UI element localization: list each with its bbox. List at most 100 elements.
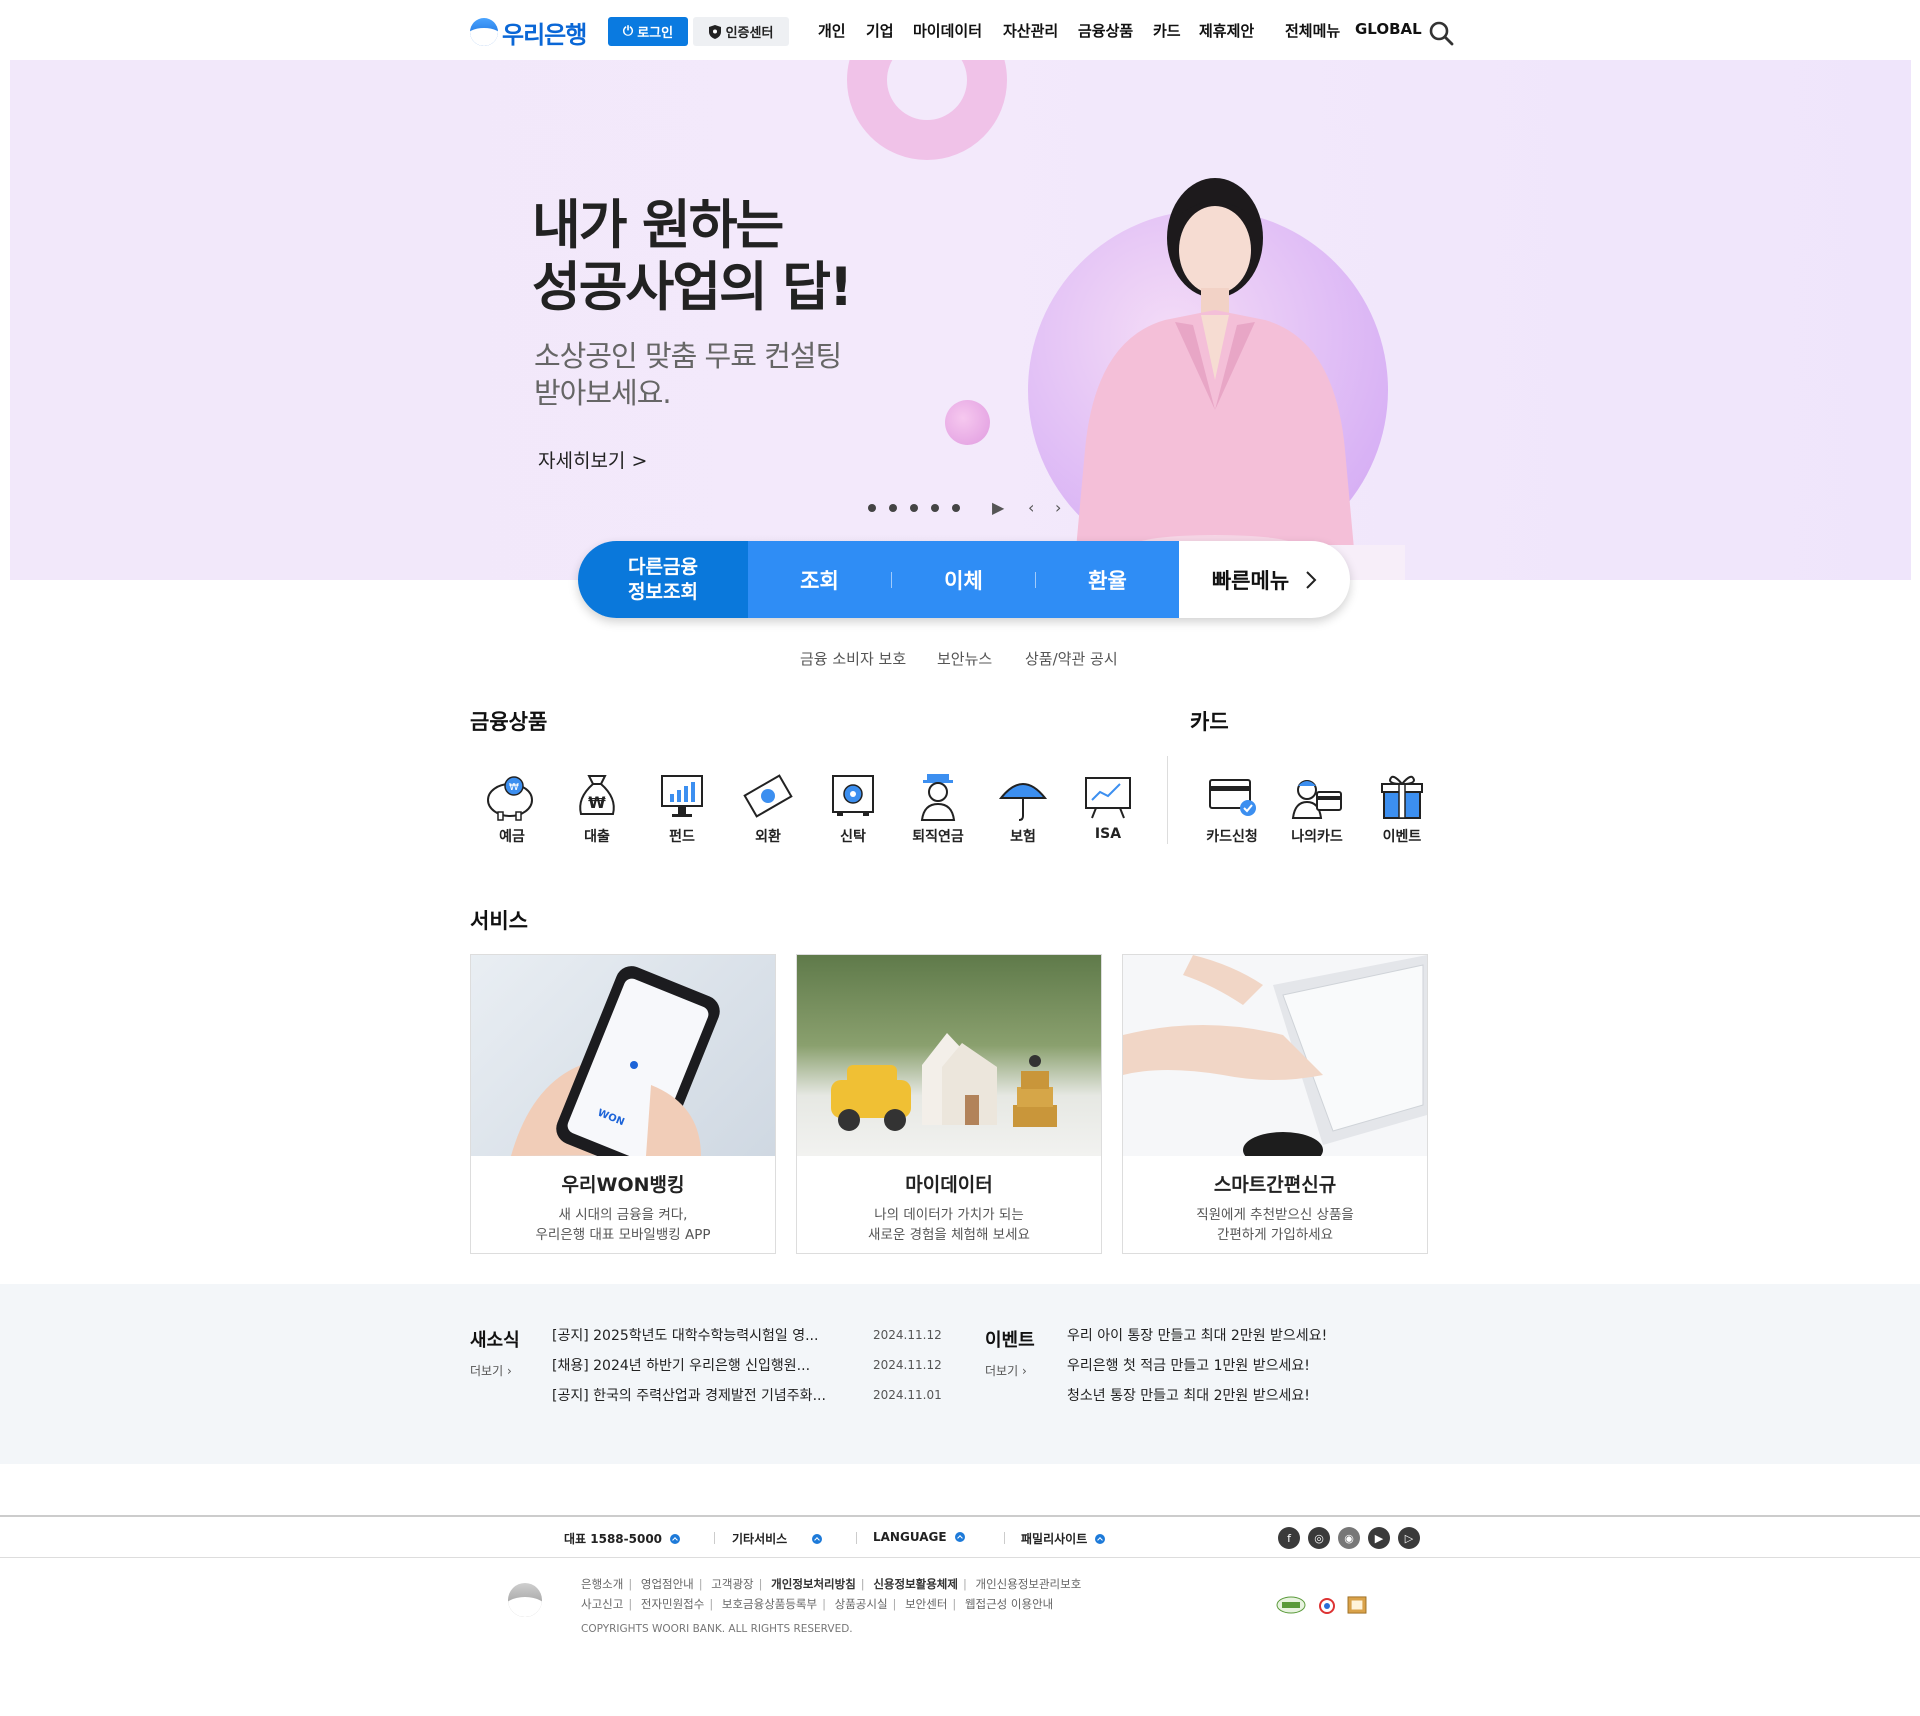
card-my[interactable]: 나의카드 — [1277, 770, 1357, 846]
nav-asset[interactable]: 자산관리 — [1003, 20, 1058, 46]
carousel-dot[interactable] — [868, 504, 876, 512]
events-more-link[interactable]: 더보기 › — [985, 1362, 1027, 1379]
hero-banner[interactable]: 내가 원하는 성공사업의 답! 소상공인 맞춤 무료 컨설팅 받아보세요. 자세… — [10, 60, 1911, 580]
nav-mydata[interactable]: 마이데이터 — [913, 20, 982, 46]
laptop-photo — [1123, 955, 1427, 1156]
prev-icon[interactable]: ‹ — [1028, 498, 1034, 517]
divider — [1004, 1532, 1005, 1544]
footer-link[interactable]: 개인신용정보관리보호 — [976, 1577, 1082, 1591]
event-item[interactable]: 청소년 통장 만들고 최대 2만원 받으세요! — [1067, 1385, 1310, 1405]
news-event-band: 새소식 더보기 › [공지] 2025학년도 대학수학능력시험일 영... 20… — [0, 1284, 1920, 1464]
footer-link-privacy[interactable]: 개인정보처리방침 — [771, 1577, 856, 1591]
news-item[interactable]: [채용] 2024년 하반기 우리은행 신입행원... — [552, 1355, 810, 1375]
product-label: ISA — [1094, 826, 1122, 842]
nav-partnership[interactable]: 제휴제안 — [1199, 20, 1254, 46]
decor-dot — [945, 400, 990, 445]
decor-ring — [847, 60, 1007, 160]
safe-icon — [832, 775, 874, 816]
footer-link[interactable]: 보안센터 — [905, 1597, 947, 1611]
play-store-icon[interactable]: ▷ — [1398, 1527, 1420, 1549]
quick-main-buttons: 조회 이체 환율 — [748, 541, 1179, 618]
login-button[interactable]: ⏻ 로그인 — [608, 17, 688, 46]
consumer-protection-link[interactable]: 금융 소비자 보호 — [800, 648, 906, 669]
service-card-won-banking[interactable]: WON 우리WON뱅킹 새 시대의 금융을 켜다, 우리은행 대표 모바일뱅킹 … — [470, 954, 776, 1254]
news-more-link[interactable]: 더보기 › — [470, 1362, 512, 1379]
product-insurance[interactable]: 보험 — [983, 770, 1063, 846]
footer-link[interactable]: 전자민원접수 — [641, 1597, 704, 1611]
nav-products[interactable]: 금융상품 — [1078, 20, 1133, 46]
service-card-mydata[interactable]: 마이데이터 나의 데이터가 가치가 되는 새로운 경험을 체험해 보세요 — [796, 954, 1102, 1254]
svg-text:₩: ₩ — [509, 782, 519, 793]
cert-center-button[interactable]: 인증센터 — [693, 17, 789, 46]
carousel-dot[interactable] — [952, 504, 960, 512]
etc-services-dropdown[interactable]: 기타서비스 — [732, 1530, 822, 1547]
woori-logo[interactable]: 우리은행 — [470, 16, 587, 49]
family-site-dropdown[interactable]: 패밀리사이트 — [1021, 1530, 1106, 1547]
nav-card[interactable]: 카드 — [1153, 20, 1181, 46]
language-dropdown[interactable]: LANGUAGE — [873, 1530, 965, 1544]
facebook-icon[interactable]: f — [1278, 1527, 1300, 1549]
footer-link[interactable]: 영업점안내 — [641, 1577, 694, 1591]
footer-link-credit[interactable]: 신용정보활용체제 — [873, 1577, 958, 1591]
gift-icon — [1381, 775, 1423, 819]
play-icon[interactable]: ▶ — [992, 498, 1004, 517]
power-icon: ⏻ — [622, 24, 634, 39]
footer-link[interactable]: 보호금융상품등록부 — [722, 1597, 817, 1611]
news-date: 2024.11.12 — [873, 1328, 942, 1342]
house-car-photo — [797, 955, 1101, 1156]
quick-menu-bar: 다른금융 정보조회 조회 이체 환율 빠른메뉴 — [578, 541, 1350, 618]
hero-title: 내가 원하는 성공사업의 답! — [532, 195, 853, 318]
product-deposit[interactable]: ₩ 예금 — [472, 770, 552, 846]
carousel-dot[interactable] — [931, 504, 939, 512]
security-news-link[interactable]: 보안뉴스 — [937, 648, 992, 669]
etc-label: 기타서비스 — [732, 1532, 788, 1546]
nav-all-menu[interactable]: 전체메뉴 — [1285, 20, 1340, 46]
nav-business[interactable]: 기업 — [866, 20, 894, 46]
instagram-icon[interactable]: ◎ — [1308, 1527, 1330, 1549]
product-fund[interactable]: 펀드 — [642, 770, 722, 846]
person-card-icon — [1291, 780, 1342, 819]
nav-personal[interactable]: 개인 — [818, 20, 846, 46]
service-card-desc: 나의 데이터가 가치가 되는 새로운 경험을 체험해 보세요 — [868, 1207, 1030, 1243]
divider — [1167, 756, 1168, 844]
footer-link[interactable]: 은행소개 — [581, 1577, 623, 1591]
news-item[interactable]: [공지] 한국의 주력산업과 경제발전 기념주화... — [552, 1385, 826, 1405]
card-event[interactable]: 이벤트 — [1362, 770, 1442, 846]
quick-menu-button[interactable]: 빠른메뉴 — [1179, 541, 1350, 618]
podcast-icon[interactable]: ◉ — [1338, 1527, 1360, 1549]
footer-link[interactable]: 고객광장 — [711, 1577, 753, 1591]
youtube-icon[interactable]: ▶ — [1368, 1527, 1390, 1549]
exchange-icon — [743, 774, 793, 818]
hero-more-link[interactable]: 자세히보기 > — [538, 446, 647, 473]
next-icon[interactable]: › — [1055, 498, 1061, 517]
exchange-rate-button[interactable]: 환율 — [1036, 565, 1179, 595]
phone-dropdown[interactable]: 대표 1588-5000 — [564, 1530, 681, 1547]
service-card-smart-signup[interactable]: 스마트간편신규 직원에게 추천받으신 상품을 간편하게 가입하세요 — [1122, 954, 1428, 1254]
carousel-dot[interactable] — [910, 504, 918, 512]
event-item[interactable]: 우리은행 첫 적금 만들고 1만원 받으세요! — [1067, 1355, 1310, 1375]
footer-link[interactable]: 웹접근성 이용안내 — [965, 1597, 1053, 1611]
product-trust[interactable]: 신탁 — [813, 770, 893, 846]
header: 우리은행 ⏻ 로그인 인증센터 개인 기업 마이데이터 자산관리 금융상품 카드… — [0, 0, 1920, 60]
product-terms-link[interactable]: 상품/약관 공시 — [1025, 648, 1118, 669]
product-label: 보험 — [1010, 829, 1036, 845]
products-section-title: 금융상품 — [470, 710, 548, 734]
product-pension[interactable]: 퇴직연금 — [898, 770, 978, 846]
other-finance-button[interactable]: 다른금융 정보조회 — [578, 541, 748, 618]
carousel-dot[interactable] — [889, 504, 897, 512]
chevron-right-icon — [1306, 570, 1317, 589]
search-icon[interactable] — [1428, 20, 1454, 46]
transfer-button[interactable]: 이체 — [892, 565, 1035, 595]
product-forex[interactable]: 외환 — [728, 770, 808, 846]
card-apply[interactable]: 카드신청 — [1192, 770, 1272, 846]
footer-link[interactable]: 사고신고 — [581, 1597, 623, 1611]
footer-links-row2: 사고신고 | 전자민원접수 | 보호금융상품등록부 | 상품공시실 | 보안센터 | 웹접… — [581, 1597, 1054, 1611]
event-item[interactable]: 우리 아이 통장 만들고 최대 2만원 받으세요! — [1067, 1325, 1327, 1345]
news-item[interactable]: [공지] 2025학년도 대학수학능력시험일 영... — [552, 1325, 818, 1345]
nav-global[interactable]: GLOBAL — [1355, 20, 1422, 46]
product-loan[interactable]: ₩ 대출 — [557, 770, 637, 846]
inquiry-button[interactable]: 조회 — [748, 565, 891, 595]
footer-link[interactable]: 상품공시실 — [835, 1597, 888, 1611]
service-card-desc: 새 시대의 금융을 켜다, 우리은행 대표 모바일뱅킹 APP — [535, 1207, 711, 1243]
product-isa[interactable]: ISA — [1068, 770, 1148, 842]
